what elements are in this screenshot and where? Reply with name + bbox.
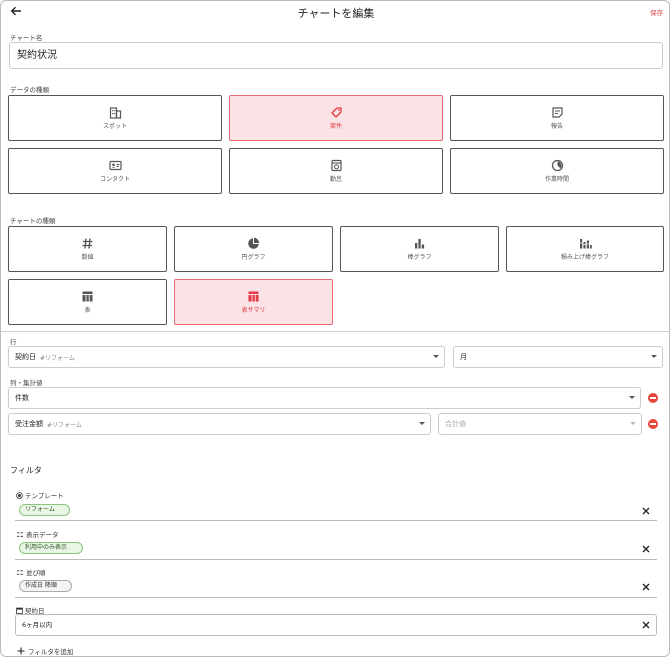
aggregate-select[interactable]: 合計値 [438, 413, 642, 435]
data-type-report-label: 報告 [550, 123, 563, 130]
filter-template-label: テンプレート [25, 492, 64, 500]
header: チャートを編集 保存 [1, 1, 669, 23]
timeclock-icon [330, 159, 342, 172]
columns-label: 列・集計値 [10, 379, 43, 387]
page-title: チャートを編集 [297, 7, 375, 20]
close-icon[interactable] [641, 506, 651, 516]
sort-icon [16, 531, 24, 537]
bar-chart-icon [415, 239, 425, 249]
data-type-contact-label: コンタクト [99, 176, 130, 183]
remove-column-button[interactable] [648, 419, 658, 429]
data-type-work-time-label: 作業時間 [544, 176, 569, 183]
filter-display-chip[interactable]: 利用中のみ表示 [19, 542, 83, 554]
add-filter-button[interactable]: フィルタを追加 [17, 646, 73, 656]
filter-sort-label: 並び順 [26, 569, 46, 577]
chart-type-stacked-bar-label: 積み上げ棒グラフ [560, 254, 609, 261]
chevron-down-icon [433, 355, 439, 358]
plus-icon [17, 647, 25, 655]
tag-icon [330, 107, 342, 118]
chart-type-table[interactable]: 表 [8, 279, 167, 325]
data-type-label: データの種類 [10, 86, 49, 94]
sort-icon [16, 569, 24, 575]
hash-icon [82, 238, 93, 249]
remove-column-button[interactable] [648, 393, 658, 403]
filter-template-head: テンプレート [16, 490, 64, 500]
chart-name-input[interactable]: 契約状況 [9, 42, 663, 69]
building-icon [109, 107, 121, 119]
chart-type-table-summary[interactable]: 表サマリ [174, 279, 333, 325]
section-divider [1, 331, 669, 332]
rows-field-select[interactable]: 契約日 #リフォーム [8, 346, 445, 368]
filter-divider [15, 559, 657, 560]
close-icon[interactable] [641, 620, 651, 630]
stacked-bar-icon [579, 239, 592, 249]
column-select-amount[interactable]: 受注金額 #リフォーム [8, 413, 431, 435]
filter-divider [15, 520, 657, 521]
save-button[interactable]: 保存 [650, 7, 663, 17]
chevron-down-icon [629, 396, 635, 399]
data-type-attendance[interactable]: 勤怠 [229, 148, 443, 194]
data-type-report[interactable]: 報告 [450, 95, 664, 141]
chart-type-label: チャートの種類 [10, 217, 56, 225]
close-icon[interactable] [641, 544, 651, 554]
rows-field-value: 契約日 [15, 353, 36, 361]
aggregate-placeholder: 合計値 [445, 420, 466, 428]
filter-title: フィルタ [10, 466, 42, 475]
chevron-down-icon [651, 355, 657, 358]
filter-display-head: 表示データ [16, 529, 59, 539]
filter-divider [15, 597, 657, 598]
chart-type-number[interactable]: 数値 [8, 226, 167, 272]
chart-name-label: チャート名 [10, 34, 43, 42]
chart-type-bar[interactable]: 棒グラフ [340, 226, 499, 272]
radio-icon [16, 491, 23, 499]
filter-contract-date-input[interactable]: 6ヶ月以内 [15, 614, 657, 636]
chart-type-pie[interactable]: 円グラフ [174, 226, 333, 272]
chevron-down-icon [630, 422, 636, 425]
filter-template-chip[interactable]: リフォーム [19, 504, 70, 516]
chart-type-table-summary-label: 表サマリ [241, 307, 266, 314]
table-summary-icon [248, 291, 259, 302]
pie-chart-icon [248, 237, 260, 249]
rows-unit-value: 月 [460, 353, 467, 361]
table-icon [82, 291, 93, 302]
data-type-work-time[interactable]: 作業時間 [450, 148, 664, 194]
rows-field-sub: #リフォーム [40, 354, 75, 362]
calendar-icon [16, 607, 23, 614]
add-filter-label: フィルタを追加 [28, 648, 74, 656]
data-type-deal[interactable]: 案件 [229, 95, 443, 141]
rows-unit-select[interactable]: 月 [453, 346, 663, 368]
report-icon [551, 107, 563, 118]
data-type-deal-label: 案件 [329, 123, 342, 130]
column-amount-sub: #リフォーム [47, 421, 82, 429]
data-type-spot-label: スポット [102, 123, 127, 130]
close-icon[interactable] [641, 582, 651, 592]
chart-type-table-label: 表 [84, 307, 91, 314]
work-time-icon [551, 159, 563, 172]
column-amount-value: 受注金額 [15, 420, 43, 428]
column-count-value: 件数 [15, 394, 29, 402]
chart-type-bar-label: 棒グラフ [407, 254, 432, 261]
chart-type-pie-label: 円グラフ [241, 254, 266, 261]
filter-sort-chip[interactable]: 作成日 降順 [19, 580, 72, 592]
chevron-down-icon [419, 422, 425, 425]
data-type-contact[interactable]: コンタクト [8, 148, 222, 194]
column-select-count[interactable]: 件数 [8, 387, 641, 409]
data-type-attendance-label: 勤怠 [329, 176, 342, 183]
filter-display-label: 表示データ [26, 531, 59, 539]
filter-sort-head: 並び順 [16, 567, 46, 577]
app-window: チャートを編集 保存 チャート名 契約状況 データの種類 スポット 案件 報告 [0, 0, 670, 657]
chart-type-number-label: 数値 [81, 254, 94, 261]
chart-type-stacked-bar[interactable]: 積み上げ棒グラフ [506, 226, 664, 272]
contact-card-icon [108, 160, 122, 171]
rows-label: 行 [10, 338, 17, 346]
data-type-spot[interactable]: スポット [8, 95, 222, 141]
